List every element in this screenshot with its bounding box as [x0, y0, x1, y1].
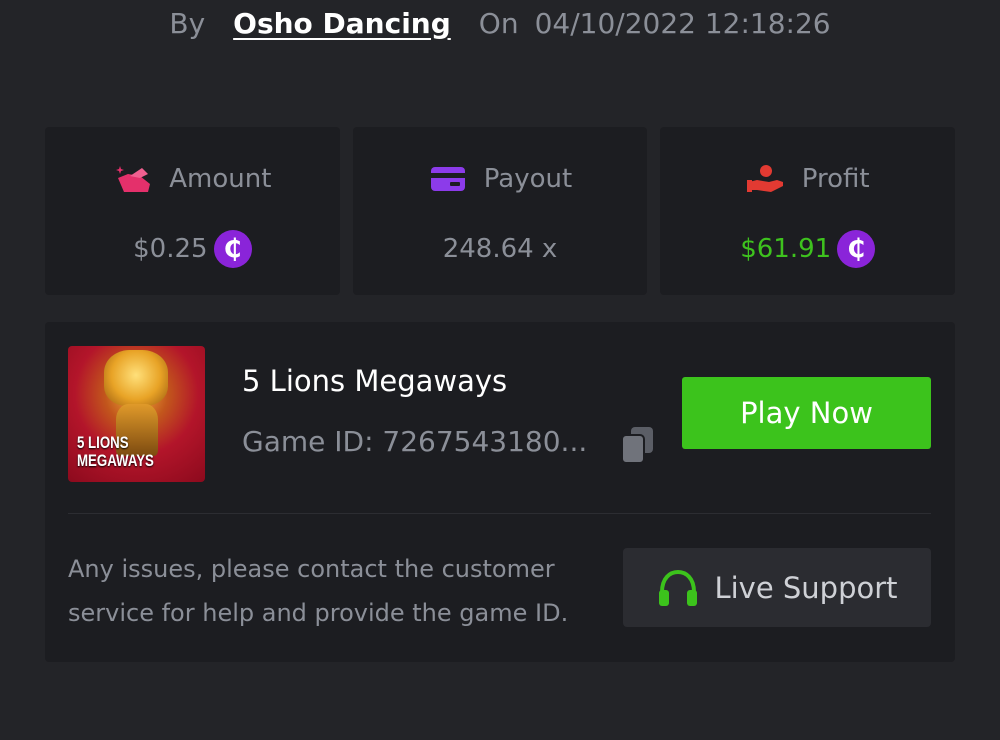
game-thumbnail[interactable]: 5 LIONS MEGAWAYS	[68, 346, 205, 482]
headset-icon	[656, 568, 700, 608]
profit-label: Profit	[801, 164, 870, 194]
live-support-button[interactable]: Live Support	[623, 548, 931, 627]
bet-stats: Amount $0.25 ₵ Payout 248.64 x Profit $6…	[45, 127, 956, 295]
live-support-label: Live Support	[714, 570, 898, 605]
amount-icon	[113, 163, 153, 195]
profit-card: Profit $61.91 ₵	[660, 127, 956, 295]
game-id: Game ID: 7267543180...	[242, 425, 588, 458]
amount-label: Amount	[169, 164, 272, 194]
game-title: 5 Lions Megaways	[242, 364, 508, 398]
play-now-button[interactable]: Play Now	[682, 377, 931, 449]
thumbnail-logo-text: 5 LIONS MEGAWAYS	[77, 433, 154, 470]
payout-label: Payout	[483, 164, 573, 194]
payout-card-icon	[428, 163, 468, 195]
bet-datetime: 04/10/2022 12:18:26	[534, 6, 831, 40]
divider	[68, 513, 931, 514]
amount-value: $0.25	[133, 234, 208, 264]
payout-card: Payout 248.64 x	[352, 127, 648, 295]
coin-icon: ₵	[837, 230, 876, 268]
payout-value: 248.64 x	[442, 234, 558, 264]
by-label: By	[169, 6, 206, 40]
copy-icon[interactable]	[620, 425, 656, 465]
bet-meta-line: By Osho Dancing On 04/10/2022 12:18:26	[0, 0, 1000, 46]
support-message: Any issues, please contact the customer …	[68, 555, 569, 627]
profit-hand-icon	[746, 163, 786, 195]
profit-value: $61.91	[740, 234, 832, 264]
coin-icon: ₵	[213, 230, 252, 268]
lion-head-art	[104, 350, 168, 406]
on-label: On	[478, 6, 519, 40]
game-panel: 5 LIONS MEGAWAYS 5 Lions Megaways Game I…	[45, 322, 955, 662]
author-link[interactable]: Osho Dancing	[233, 7, 451, 40]
amount-card: Amount $0.25 ₵	[45, 127, 340, 295]
